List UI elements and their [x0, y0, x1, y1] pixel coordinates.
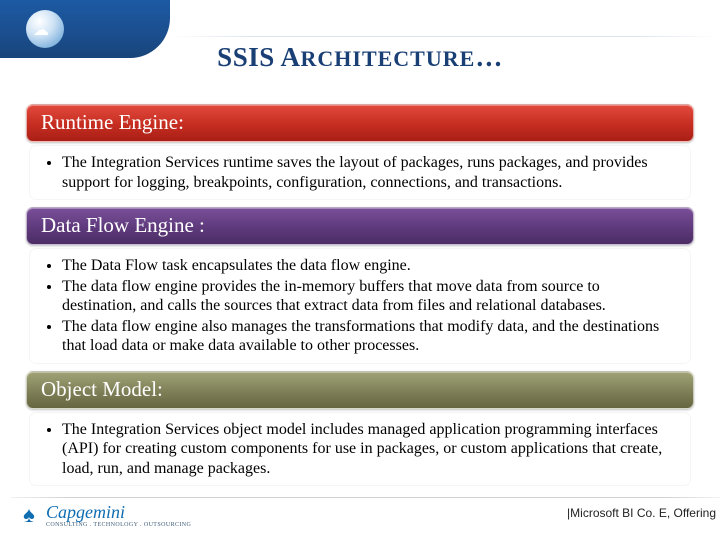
bullet: The Data Flow task encapsulates the data…: [62, 256, 676, 276]
heading-text: Object Model:: [41, 377, 163, 401]
slide: ☁ SSIS ARCHITECTURE… Runtime Engine: The…: [0, 0, 720, 540]
sections: Runtime Engine: The Integration Services…: [26, 104, 694, 493]
brand-tagline: CONSULTING . TECHNOLOGY . OUTSOURCING: [46, 522, 191, 528]
brand-name: Capgemini CONSULTING . TECHNOLOGY . OUTS…: [46, 502, 191, 528]
bullet: The data flow engine provides the in-mem…: [62, 277, 676, 316]
bullet: The data flow engine also manages the tr…: [62, 317, 676, 356]
section-heading-runtime: Runtime Engine:: [26, 104, 694, 142]
section-body-runtime: The Integration Services runtime saves t…: [30, 146, 690, 199]
title-main: SSIS A: [217, 42, 300, 72]
section-body-objectmodel: The Integration Services object model in…: [30, 413, 690, 486]
footer-right-text: |Microsoft BI Co. E, Offering: [567, 506, 716, 520]
bullet: The Integration Services runtime saves t…: [62, 153, 676, 192]
heading-text: Runtime Engine:: [41, 110, 184, 134]
section-heading-objectmodel: Object Model:: [26, 371, 694, 409]
slide-title: SSIS ARCHITECTURE…: [0, 42, 720, 73]
cloud-icon: ☁: [33, 20, 49, 40]
bullet: The Integration Services object model in…: [62, 420, 676, 479]
section-body-dataflow: The Data Flow task encapsulates the data…: [30, 249, 690, 363]
footer-logo: ♠ Capgemini CONSULTING . TECHNOLOGY . OU…: [18, 502, 191, 528]
heading-text: Data Flow Engine :: [41, 213, 205, 237]
spade-icon: ♠: [18, 504, 40, 526]
title-caps: RCHITECTURE: [301, 46, 476, 71]
section-heading-dataflow: Data Flow Engine :: [26, 207, 694, 245]
footer-divider: [10, 497, 720, 498]
brand-text: Capgemini: [46, 502, 125, 522]
title-suffix: …: [475, 42, 503, 72]
header-rule: [170, 36, 720, 37]
